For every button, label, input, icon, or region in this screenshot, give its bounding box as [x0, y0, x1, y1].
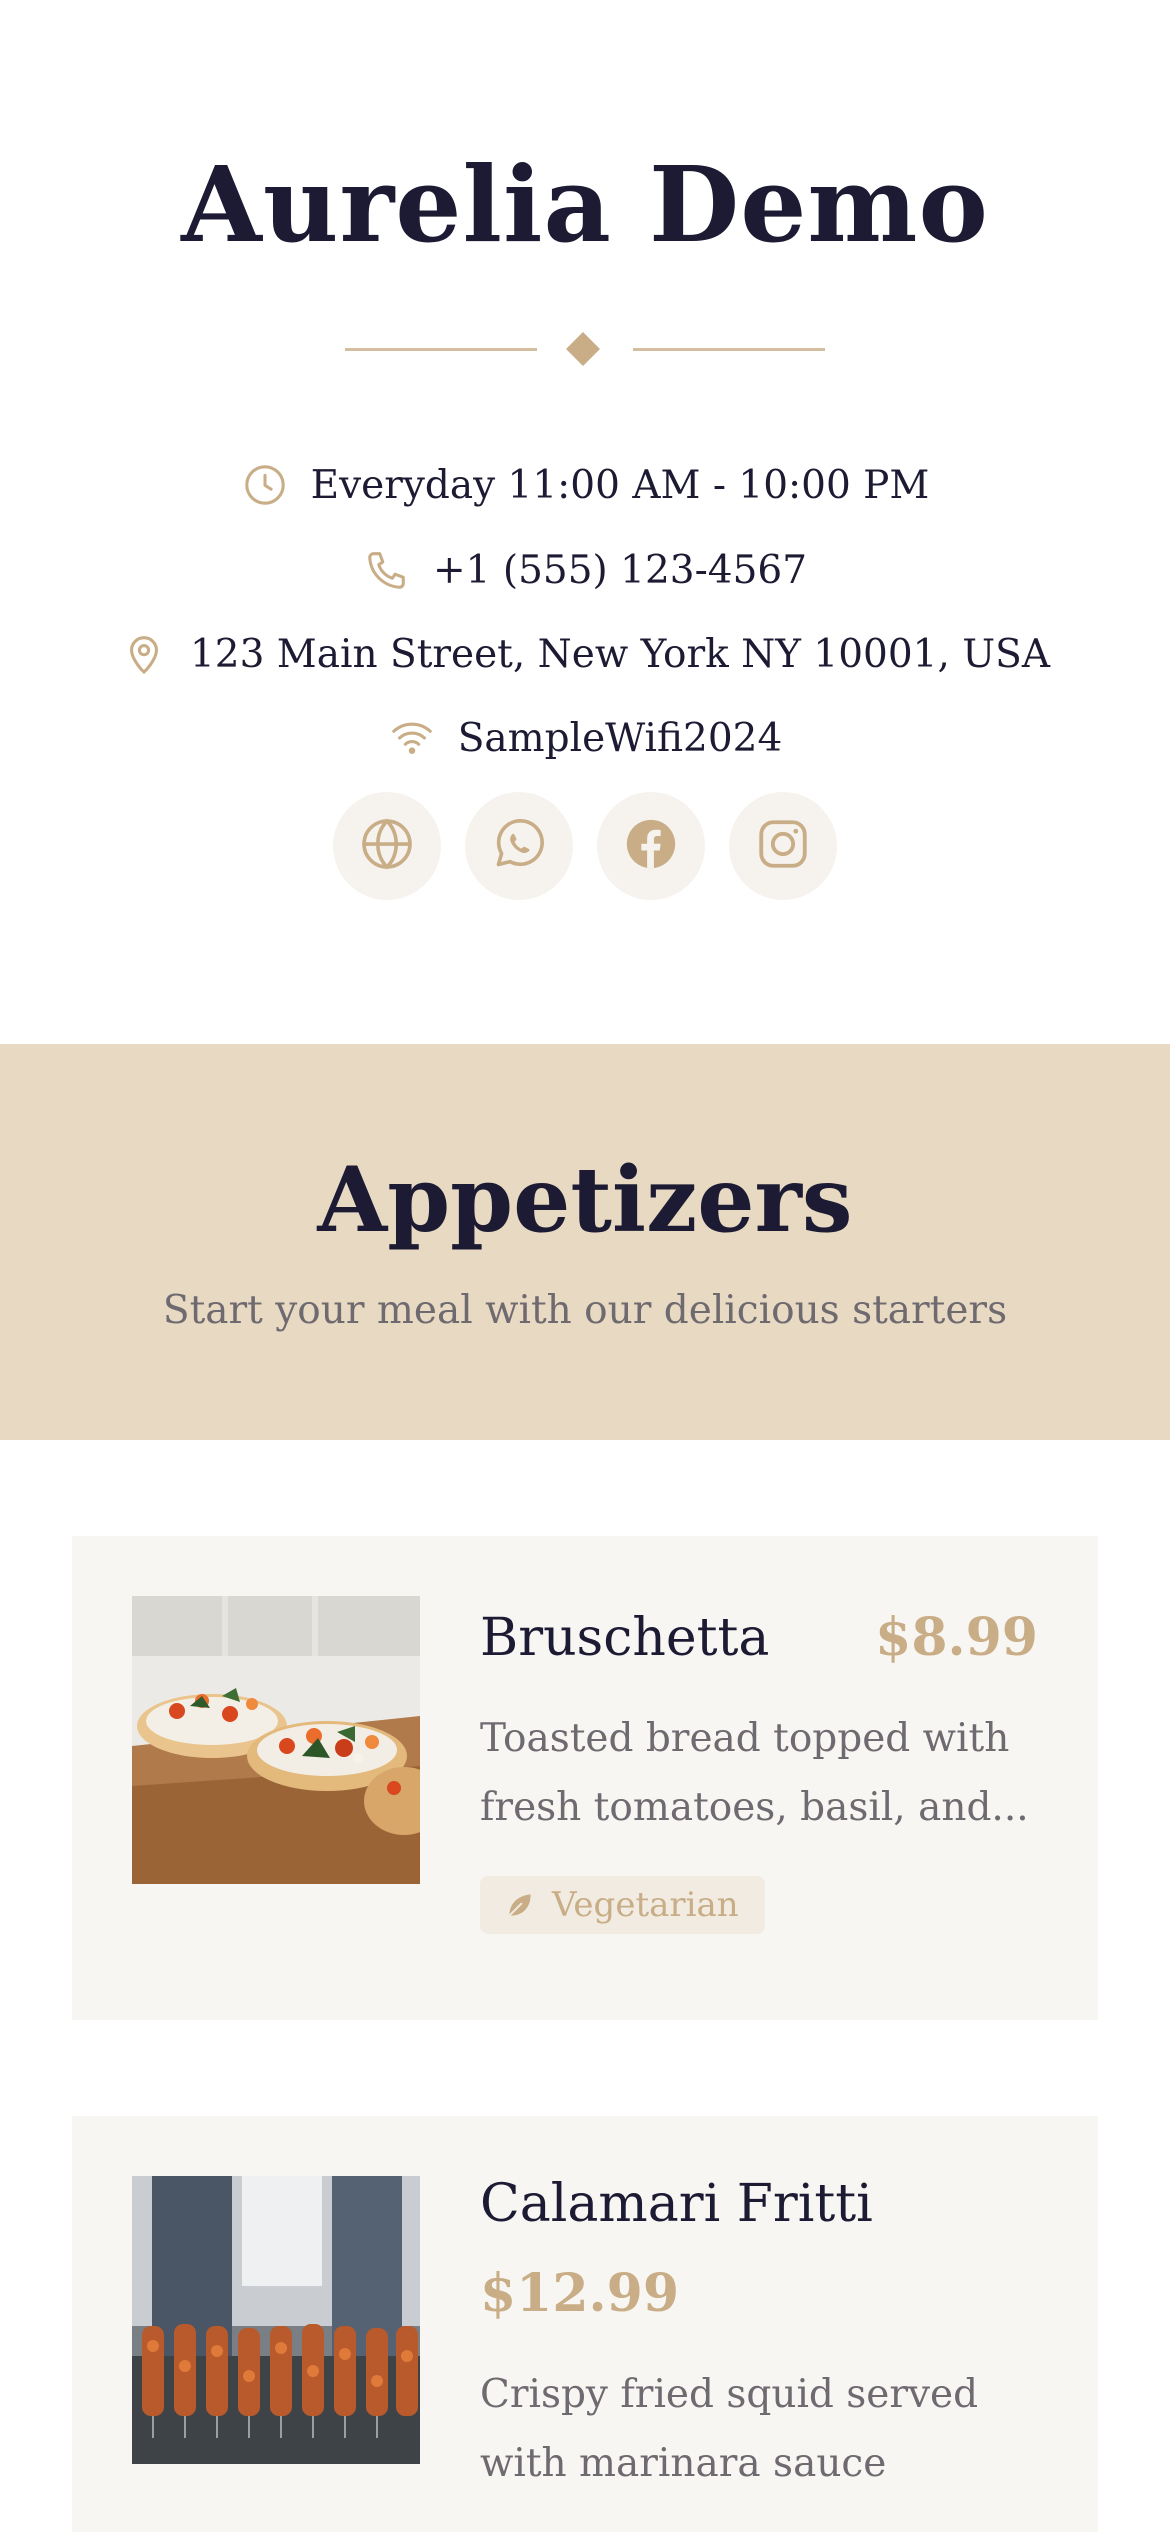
- phone-number-text[interactable]: +1 (555) 123-4567: [433, 548, 807, 593]
- wifi-name: SampleWifi2024: [0, 708, 1170, 768]
- whatsapp-icon: [490, 815, 548, 877]
- divider-line-left: [345, 348, 537, 351]
- instagram-icon: [754, 815, 812, 877]
- category-subtitle: Start your meal with our delicious start…: [162, 1288, 1008, 1333]
- phone-icon: [363, 546, 411, 594]
- restaurant-name: Aurelia Demo: [181, 143, 989, 266]
- vegetarian-tag: Vegetarian: [480, 1876, 765, 1934]
- facebook-button[interactable]: [597, 792, 705, 900]
- social-links: [0, 792, 1170, 900]
- clock-icon: [241, 461, 289, 509]
- facebook-icon: [622, 815, 680, 877]
- address-text[interactable]: 123 Main Street, New York NY 10001, USA: [190, 632, 1050, 677]
- item-description: Toasted bread topped with fresh tomatoes…: [480, 1716, 1029, 1830]
- address[interactable]: 123 Main Street, New York NY 10001, USA: [0, 624, 1170, 684]
- wifi-name-text: SampleWifi2024: [457, 715, 783, 761]
- item-price: $8.99: [875, 1607, 1038, 1668]
- menu-item-card[interactable]: Bruschetta $8.99 Toasted bread topped wi…: [72, 1536, 1098, 2020]
- restaurant-header: Aurelia Demo Everyday 11:00 AM - 10:00 P…: [0, 0, 1170, 1044]
- whatsapp-button[interactable]: [465, 792, 573, 900]
- wifi-icon: [388, 714, 436, 762]
- phone-number[interactable]: +1 (555) 123-4567: [0, 540, 1170, 600]
- opening-hours-text: Everyday 11:00 AM - 10:00 PM: [310, 462, 930, 508]
- divider-line-right: [633, 348, 825, 351]
- menu-item-card[interactable]: Calamari Fritti $12.99 Crispy fried squi…: [72, 2116, 1098, 2532]
- item-name: Calamari Fritti: [480, 2174, 873, 2234]
- tag-label: Vegetarian: [552, 1885, 739, 1925]
- item-photo-calamari: [132, 2176, 420, 2464]
- item-photo-bruschetta: [132, 1596, 420, 1884]
- item-price: $12.99: [480, 2263, 680, 2324]
- globe-icon: [358, 815, 416, 877]
- website-button[interactable]: [333, 792, 441, 900]
- item-description: Crispy fried squid served with marinara …: [480, 2372, 979, 2486]
- item-name: Bruschetta: [480, 1608, 770, 1668]
- map-pin-icon: [120, 630, 168, 678]
- opening-hours: Everyday 11:00 AM - 10:00 PM: [0, 455, 1170, 515]
- leaf-icon: [504, 1889, 536, 1921]
- category-header: Appetizers Start your meal with our deli…: [0, 1044, 1170, 1440]
- diamond-icon: [566, 332, 600, 366]
- category-title: Appetizers: [317, 1147, 853, 1253]
- instagram-button[interactable]: [729, 792, 837, 900]
- ornament-divider: [0, 332, 1170, 366]
